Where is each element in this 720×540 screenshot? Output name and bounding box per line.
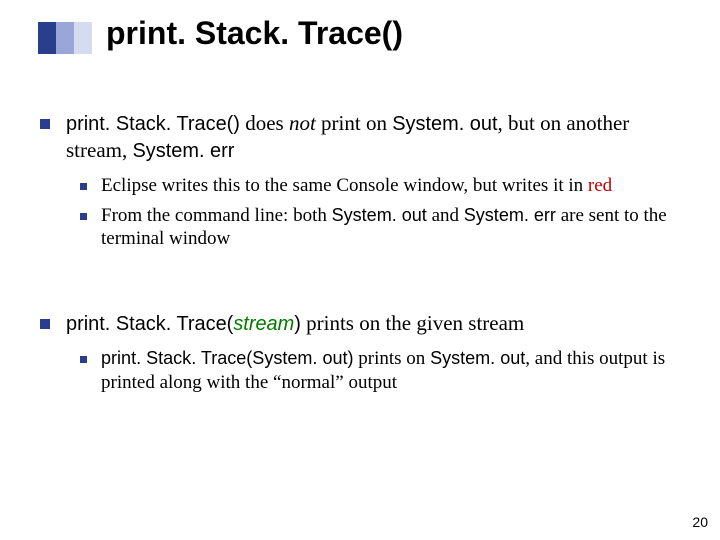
text-span: prints on the given stream (301, 311, 524, 335)
text-span: and (427, 205, 464, 226)
body-block-2: print. Stack. Trace(stream) prints on th… (40, 310, 680, 400)
bullet-icon (80, 183, 87, 190)
code-system-out: System. out (430, 348, 525, 368)
text-span: print on (316, 111, 392, 135)
bullet-1: print. Stack. Trace() does not print on … (40, 110, 680, 164)
code-system-out: System. out (332, 205, 427, 225)
bullet-2: print. Stack. Trace(stream) prints on th… (40, 310, 680, 337)
text-span: Eclipse writes this to the same Console … (101, 175, 588, 196)
code-span: print. Stack. Trace() (66, 113, 240, 135)
bullet-icon (40, 319, 50, 329)
code-span: ) (294, 313, 301, 335)
sub-bullet-1a: Eclipse writes this to the same Console … (80, 174, 680, 198)
accent-bar (38, 22, 92, 54)
sub-bullet-1b: From the command line: both System. out … (80, 204, 680, 252)
red-text: red (588, 175, 612, 196)
slide-title: print. Stack. Trace() (106, 15, 403, 52)
code-system-err: System. err (132, 140, 234, 162)
body-block-1: print. Stack. Trace() does not print on … (40, 110, 680, 257)
text-span: prints on (354, 348, 431, 369)
page-number: 20 (692, 514, 708, 530)
param-stream: stream (233, 313, 294, 335)
code-span: print. Stack. Trace( (66, 313, 233, 335)
code-system-err: System. err (464, 205, 556, 225)
text-span: From the command line: both (101, 205, 332, 226)
bullet-icon (40, 119, 50, 129)
bullet-icon (80, 213, 87, 220)
text-span: does (240, 111, 289, 135)
code-example: print. Stack. Trace(System. out) (101, 348, 354, 368)
sub-bullet-2a: print. Stack. Trace(System. out) prints … (80, 347, 680, 395)
code-system-out: System. out (392, 113, 497, 135)
italic-not: not (289, 111, 316, 135)
bullet-icon (80, 356, 87, 363)
